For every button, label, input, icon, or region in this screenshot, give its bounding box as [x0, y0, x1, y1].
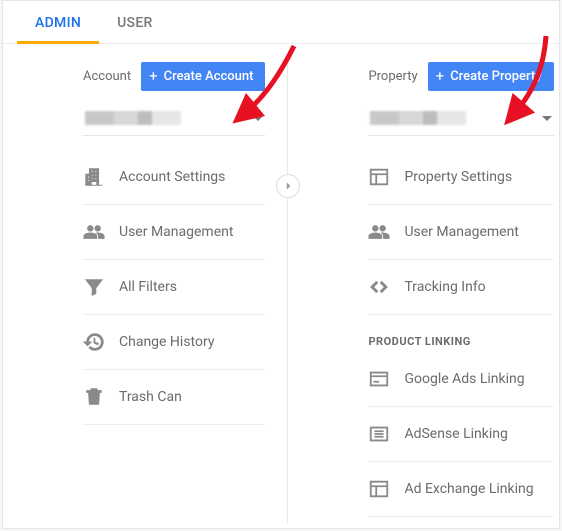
tracking-info-item[interactable]: Tracking Info [368, 260, 553, 315]
card-icon [368, 368, 390, 390]
property-settings-item[interactable]: Property Settings [368, 150, 553, 205]
product-linking-heading: PRODUCT LINKING [368, 315, 553, 352]
layout-icon [368, 478, 390, 500]
property-user-management-item[interactable]: User Management [368, 205, 553, 260]
property-column: Property + Create Property Property Sett… [287, 62, 560, 523]
menu-label: Ad Exchange Linking [404, 481, 533, 498]
account-user-management-item[interactable]: User Management [83, 205, 265, 260]
account-column: Account + Create Account Account Setting… [3, 62, 287, 523]
users-icon [83, 221, 105, 243]
google-ads-linking-item[interactable]: Google Ads Linking [368, 352, 553, 407]
account-label: Account [83, 69, 131, 84]
create-account-label: Create Account [164, 69, 254, 84]
arrow-right-icon [281, 179, 295, 193]
property-label: Property [368, 69, 417, 84]
change-history-item[interactable]: Change History [83, 315, 265, 370]
create-property-button[interactable]: + Create Property [428, 62, 554, 91]
trash-icon [83, 386, 105, 408]
ad-exchange-linking-item[interactable]: Ad Exchange Linking [368, 462, 553, 517]
account-selector[interactable] [83, 105, 265, 136]
plus-icon: + [436, 69, 445, 84]
trash-can-item[interactable]: Trash Can [83, 370, 265, 425]
menu-label: User Management [404, 224, 518, 241]
property-selector[interactable] [368, 105, 553, 136]
property-selected-value [370, 111, 466, 125]
building-icon [83, 166, 105, 188]
menu-label: Google Ads Linking [404, 371, 524, 388]
property-header: Property + Create Property [306, 62, 560, 97]
tab-user[interactable]: USER [99, 1, 171, 43]
menu-label: AdSense Linking [404, 426, 507, 443]
users-icon [368, 221, 390, 243]
adsense-linking-item[interactable]: AdSense Linking [368, 407, 553, 462]
all-filters-item[interactable]: All Filters [83, 260, 265, 315]
tabs: ADMIN USER [3, 1, 559, 44]
menu-label: User Management [119, 224, 233, 241]
account-settings-item[interactable]: Account Settings [83, 150, 265, 205]
chevron-down-icon [253, 116, 263, 121]
plus-icon: + [149, 69, 158, 84]
account-menu: Account Settings User Management All Fil… [83, 150, 265, 425]
columns: Account + Create Account Account Setting… [3, 44, 559, 523]
chevron-down-icon [542, 116, 552, 121]
create-account-button[interactable]: + Create Account [141, 62, 265, 91]
menu-label: Trash Can [119, 389, 182, 406]
menu-label: Change History [119, 334, 214, 351]
tab-admin[interactable]: ADMIN [17, 1, 99, 43]
funnel-icon [83, 276, 105, 298]
menu-label: Property Settings [404, 169, 512, 186]
product-linking-menu: Google Ads Linking AdSense Linking Ad Ex… [368, 352, 553, 517]
property-menu: Property Settings User Management Tracki… [368, 150, 553, 315]
menu-label: All Filters [119, 279, 177, 296]
move-property-button[interactable] [276, 174, 300, 198]
layout-icon [368, 166, 390, 188]
menu-label: Tracking Info [404, 279, 485, 296]
list-icon [368, 423, 390, 445]
account-selected-value [85, 111, 181, 125]
admin-panel: ADMIN USER Account + Create Account Acco… [2, 0, 560, 529]
account-header: Account + Create Account [21, 62, 277, 97]
create-property-label: Create Property [450, 69, 541, 84]
code-icon [368, 276, 390, 298]
menu-label: Account Settings [119, 169, 225, 186]
history-icon [83, 331, 105, 353]
